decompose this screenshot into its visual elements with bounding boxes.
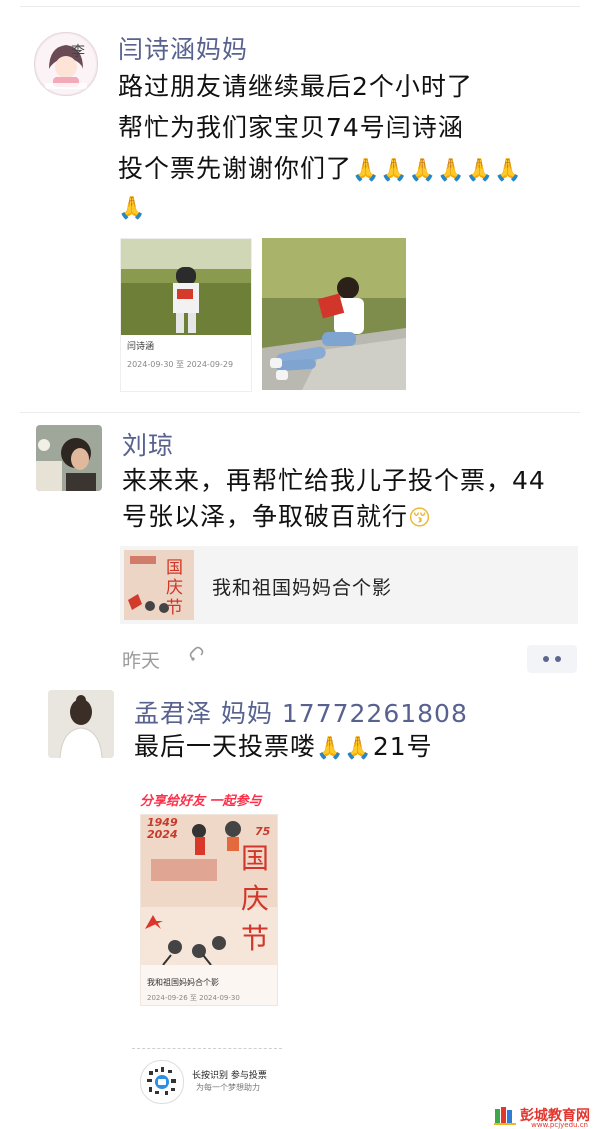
top-divider	[20, 6, 580, 7]
watermark-url: www.pcjyedu.cn	[531, 1121, 588, 1129]
photo-caption: 闫诗涵	[127, 342, 155, 352]
qr-sublabel: 为每一个梦想助力	[196, 1083, 260, 1092]
post-time: 昨天	[122, 650, 161, 672]
pray-emoji-row: 🙏🙏🙏🙏🙏🙏	[352, 158, 523, 183]
link-card-thumb-text: 国庆节	[166, 558, 183, 618]
post-line-3-text: 投个票先谢谢你们了	[118, 154, 353, 183]
poster-caption: 我和祖国妈妈合个影	[147, 978, 219, 987]
author-name[interactable]: 孟君泽 妈妈 17772261808	[134, 694, 468, 730]
post-line-2: 帮忙为我们家宝贝74号闫诗涵	[118, 113, 464, 142]
privacy-link-icon[interactable]	[186, 644, 206, 664]
avatar-label: 李	[71, 44, 85, 60]
post-line-2: 号张以泽，争取破百就行😚	[122, 496, 432, 539]
link-card[interactable]: 国庆节 我和祖国妈妈合个影	[120, 546, 578, 624]
post-line-1: 来来来，再帮忙给我儿子投个票，44	[122, 466, 546, 495]
photo-girl-sitting-image	[262, 238, 406, 390]
poster-dashed-divider	[132, 1048, 282, 1049]
post-line-1-suffix: 21号	[372, 732, 433, 761]
more-dot-icon	[555, 656, 561, 662]
photo-field-image	[121, 239, 251, 335]
poster-image[interactable]: 1949 2024 75 国庆节 我和祖国妈妈合个影 2024-09-26 至 …	[140, 814, 278, 1006]
avatar-woman-icon	[36, 425, 102, 491]
avatar[interactable]	[36, 425, 102, 491]
post-photo-2[interactable]	[262, 238, 406, 390]
post-line-2-text: 号张以泽，争取破百就行	[122, 502, 409, 531]
qr-label: 长按识别 参与投票	[192, 1071, 267, 1081]
photo-dates: 2024-09-30 至 2024-09-29	[127, 360, 234, 369]
books-logo-icon	[494, 1107, 516, 1125]
poster-dates: 2024-09-26 至 2024-09-30	[147, 994, 240, 1002]
poster-headline: 国庆节	[241, 842, 270, 955]
author-name[interactable]: 刘琼	[122, 426, 174, 462]
post-divider	[20, 412, 580, 413]
post-line-1: 路过朋友请继续最后2个小时了	[118, 72, 473, 101]
kiss-emoji: 😚	[408, 506, 432, 531]
more-actions-button[interactable]	[527, 645, 577, 673]
avatar[interactable]: 李	[34, 32, 98, 96]
post-line-4: 🙏	[118, 186, 146, 229]
qr-code-icon[interactable]	[140, 1060, 184, 1104]
link-card-thumbnail: 国庆节	[124, 550, 194, 620]
moments-feed: 李 闫诗涵妈妈 路过朋友请继续最后2个小时了 帮忙为我们家宝贝74号闫诗涵 投个…	[0, 0, 600, 1129]
poster-number: 75	[255, 825, 271, 838]
pray-emoji: 🙏	[118, 196, 147, 221]
more-dot-icon	[543, 656, 549, 662]
avatar-girl-icon	[36, 34, 96, 94]
post-line-1-text: 最后一天投票喽	[134, 732, 317, 761]
avatar[interactable]	[48, 690, 114, 758]
post-line-1: 最后一天投票喽🙏🙏21号	[134, 726, 433, 769]
post-line-3: 投个票先谢谢你们了🙏🙏🙏🙏🙏🙏	[118, 148, 522, 191]
link-card-title: 我和祖国妈妈合个影	[212, 577, 393, 599]
author-name[interactable]: 闫诗涵妈妈	[118, 30, 248, 66]
avatar-girl-back-icon	[48, 690, 114, 758]
poster-years: 1949 2024	[147, 816, 178, 841]
post-photo-1[interactable]: 闫诗涵 2024-09-30 至 2024-09-29	[120, 238, 252, 392]
share-caption: 分享给好友 一起参与	[140, 794, 262, 809]
clap-emoji-row: 🙏🙏	[316, 736, 373, 761]
